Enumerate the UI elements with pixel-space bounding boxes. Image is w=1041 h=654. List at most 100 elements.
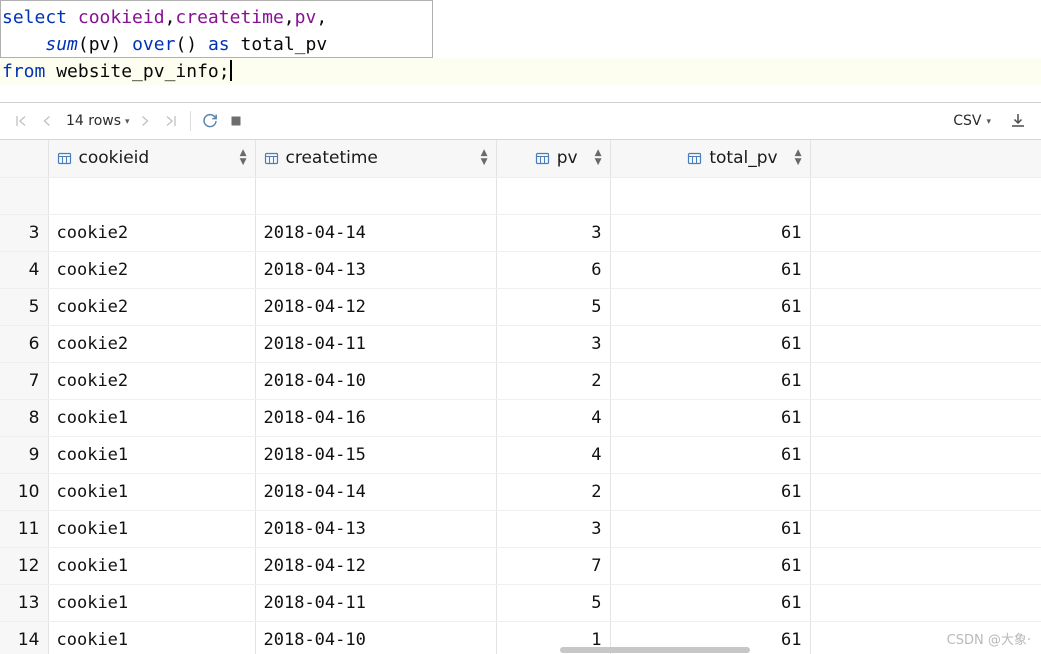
cell-createtime[interactable]: 2018-04-13 [255, 251, 497, 289]
column-header-total-pv[interactable]: total_pv ▲ ▼ [610, 140, 811, 178]
cell-total-pv[interactable]: 61 [610, 362, 811, 400]
cell-total-pv[interactable]: 61 [610, 436, 811, 474]
cell-pv[interactable]: 3 [496, 325, 611, 363]
cell-pv[interactable]: 6 [496, 251, 611, 289]
table-row[interactable]: 9 cookie1 2018-04-15 4 61 [0, 436, 1041, 474]
table-row[interactable]: 10 cookie1 2018-04-14 2 61 [0, 473, 1041, 511]
cell-cookieid[interactable]: cookie1 [48, 399, 256, 437]
table-row[interactable]: 13 cookie1 2018-04-11 5 61 [0, 584, 1041, 622]
cell-cookieid[interactable]: cookie1 [48, 510, 256, 548]
sort-toggle-icon[interactable]: ▲ ▼ [240, 149, 247, 167]
horizontal-scrollbar[interactable] [560, 647, 750, 653]
cell-cookieid[interactable]: cookie1 [48, 547, 256, 585]
cell-pv[interactable]: 2 [496, 473, 611, 511]
row-number-cell[interactable]: 11 [0, 510, 49, 548]
next-page-icon[interactable] [132, 108, 158, 134]
cell-pv[interactable]: 2 [496, 362, 611, 400]
table-row[interactable]: 3 cookie2 2018-04-14 3 61 [0, 214, 1041, 252]
row-count-dropdown[interactable]: 14 rows ▾ [60, 113, 132, 129]
row-number-cell[interactable]: 6 [0, 325, 49, 363]
table-row[interactable]: 8 cookie1 2018-04-16 4 61 [0, 399, 1041, 437]
cell-createtime[interactable]: 2018-04-11 [255, 584, 497, 622]
cell-cookieid[interactable]: cookie2 [48, 325, 256, 363]
row-number-cell[interactable]: 7 [0, 362, 49, 400]
export-format-dropdown[interactable]: CSV ▾ [953, 113, 991, 129]
code-line-3[interactable]: from website_pv_info; [0, 58, 1041, 85]
code-line-2[interactable]: sum(pv) over() as total_pv [0, 31, 1041, 58]
row-number-cell[interactable]: 10 [0, 473, 49, 511]
table-row[interactable]: 7 cookie2 2018-04-10 2 61 [0, 362, 1041, 400]
last-page-icon[interactable] [158, 108, 184, 134]
code-token: total_pv [229, 34, 328, 55]
row-number-cell[interactable]: 13 [0, 584, 49, 622]
code-token: , [283, 7, 295, 28]
cell-createtime[interactable]: 2018-04-14 [255, 473, 497, 511]
row-number-cell[interactable]: 4 [0, 251, 49, 289]
cell-filler [810, 436, 1041, 474]
column-label: total_pv [709, 148, 778, 169]
cell-createtime[interactable]: 2018-04-12 [255, 547, 497, 585]
column-header-pv[interactable]: pv ▲ ▼ [496, 140, 611, 178]
cell-createtime[interactable]: 2018-04-10 [255, 362, 497, 400]
previous-page-icon[interactable] [34, 108, 60, 134]
table-header-row: cookieid ▲ ▼ createtime ▲ ▼ pv ▲ ▼ total… [0, 140, 1041, 178]
cell-cookieid[interactable]: cookie2 [48, 288, 256, 326]
result-grid[interactable]: cookieid ▲ ▼ createtime ▲ ▼ pv ▲ ▼ total… [0, 140, 1041, 654]
cell-pv[interactable]: 3 [496, 214, 611, 252]
cell-pv[interactable]: 3 [496, 510, 611, 548]
cell-cookieid[interactable]: cookie1 [48, 584, 256, 622]
table-row[interactable]: 14 cookie1 2018-04-10 1 61 [0, 621, 1041, 654]
cell-pv[interactable]: 5 [496, 584, 611, 622]
cell-total-pv[interactable]: 61 [610, 288, 811, 326]
cell-cookieid[interactable]: cookie2 [48, 251, 256, 289]
cell-createtime[interactable]: 2018-04-12 [255, 288, 497, 326]
cell-createtime[interactable]: 2018-04-10 [255, 621, 497, 654]
cell-createtime[interactable]: 2018-04-15 [255, 436, 497, 474]
row-number-cell[interactable]: 9 [0, 436, 49, 474]
cell-cookieid[interactable]: cookie1 [48, 436, 256, 474]
table-row[interactable]: 11 cookie1 2018-04-13 3 61 [0, 510, 1041, 548]
cell-pv[interactable]: 4 [496, 436, 611, 474]
cell-total-pv[interactable]: 61 [610, 214, 811, 252]
row-number-cell[interactable]: 5 [0, 288, 49, 326]
cell-total-pv[interactable]: 61 [610, 547, 811, 585]
cell-total-pv[interactable]: 61 [610, 473, 811, 511]
cell-createtime[interactable]: 2018-04-13 [255, 510, 497, 548]
cell-pv[interactable]: 5 [496, 288, 611, 326]
cell-cookieid[interactable]: cookie2 [48, 214, 256, 252]
download-icon[interactable] [1005, 108, 1031, 134]
cell-createtime[interactable]: 2018-04-16 [255, 399, 497, 437]
cell-total-pv[interactable]: 61 [610, 325, 811, 363]
cell-createtime[interactable]: 2018-04-11 [255, 325, 497, 363]
cell-cookieid[interactable]: cookie2 [48, 362, 256, 400]
row-number-cell[interactable]: 3 [0, 214, 49, 252]
table-row[interactable]: 6 cookie2 2018-04-11 3 61 [0, 325, 1041, 363]
refresh-icon[interactable] [197, 108, 223, 134]
row-number-cell[interactable]: 8 [0, 399, 49, 437]
row-number-cell[interactable]: 14 [0, 621, 49, 654]
cell-total-pv[interactable]: 61 [610, 510, 811, 548]
table-row[interactable]: 12 cookie1 2018-04-12 7 61 [0, 547, 1041, 585]
cell-cookieid[interactable]: cookie1 [48, 473, 256, 511]
column-header-cookieid[interactable]: cookieid ▲ ▼ [48, 140, 256, 178]
table-row[interactable]: 4 cookie2 2018-04-13 6 61 [0, 251, 1041, 289]
first-page-icon[interactable] [8, 108, 34, 134]
sql-editor[interactable]: select cookieid,createtime,pv, sum(pv) o… [0, 0, 1041, 103]
row-number-cell[interactable]: 12 [0, 547, 49, 585]
table-row[interactable]: 5 cookie2 2018-04-12 5 61 [0, 288, 1041, 326]
cell-total-pv[interactable]: 61 [610, 399, 811, 437]
cell-cookieid[interactable]: cookie1 [48, 621, 256, 654]
column-header-createtime[interactable]: createtime ▲ ▼ [255, 140, 497, 178]
cell-total-pv[interactable]: 61 [610, 251, 811, 289]
stop-icon[interactable] [223, 108, 249, 134]
table-row-partial[interactable] [0, 177, 1041, 215]
code-line-1[interactable]: select cookieid,createtime,pv, [0, 4, 1041, 31]
cell-pv[interactable]: 4 [496, 399, 611, 437]
sort-toggle-icon[interactable]: ▲ ▼ [595, 149, 602, 167]
code-token: select [2, 7, 68, 28]
cell-pv[interactable]: 7 [496, 547, 611, 585]
cell-total-pv[interactable]: 61 [610, 584, 811, 622]
cell-createtime[interactable]: 2018-04-14 [255, 214, 497, 252]
sort-toggle-icon[interactable]: ▲ ▼ [481, 149, 488, 167]
sort-toggle-icon[interactable]: ▲ ▼ [795, 149, 802, 167]
